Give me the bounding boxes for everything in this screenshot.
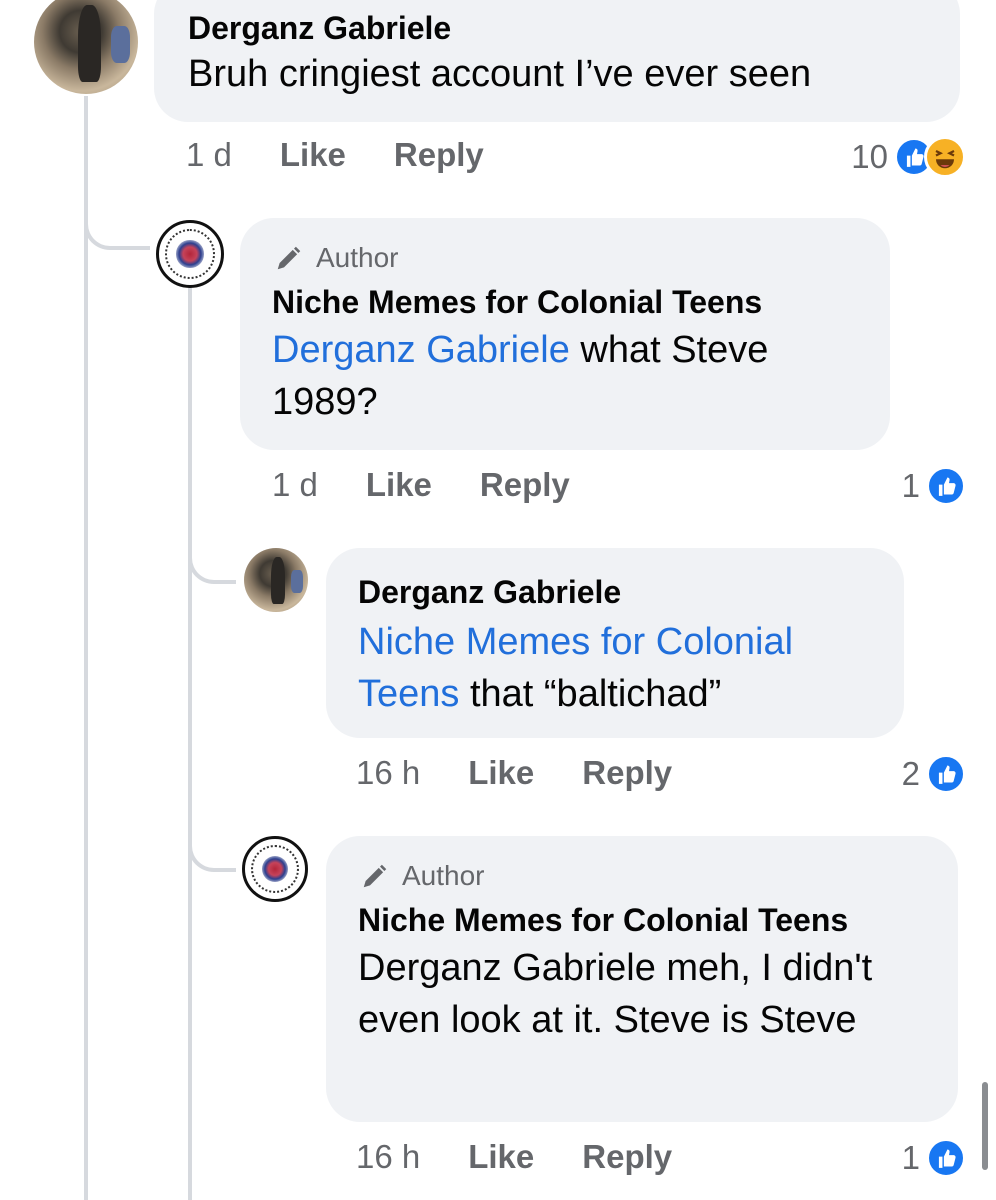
thread-line-reply bbox=[188, 284, 192, 1200]
avatar[interactable] bbox=[244, 548, 308, 612]
thread-connector bbox=[188, 520, 236, 584]
comment-actions: 1 d Like Reply bbox=[272, 466, 618, 504]
author-badge: Author bbox=[358, 858, 926, 894]
comment-author-name[interactable]: Niche Memes for Colonial Teens bbox=[272, 282, 858, 322]
reaction-summary[interactable]: 10 bbox=[851, 136, 966, 178]
page-avatar[interactable] bbox=[156, 220, 224, 288]
comment-author-name[interactable]: Niche Memes for Colonial Teens bbox=[358, 900, 926, 940]
comment-author-name[interactable]: Derganz Gabriele bbox=[188, 8, 928, 48]
comment-actions: 16 h Like Reply bbox=[356, 1138, 720, 1176]
comment-text-segment: Bruh cringiest account I’ve ever seen bbox=[188, 53, 812, 95]
comment-bubble: Derganz Gabriele Niche Memes for Colonia… bbox=[326, 548, 904, 738]
comment-text: Derganz Gabriele meh, I didn't even look… bbox=[358, 942, 926, 1046]
like-button[interactable]: Like bbox=[280, 136, 346, 174]
mention-link[interactable]: Derganz Gabriele bbox=[272, 329, 570, 371]
haha-icon bbox=[924, 136, 966, 178]
like-button[interactable]: Like bbox=[468, 754, 534, 792]
comment-actions: 1 d Like Reply bbox=[186, 136, 532, 174]
pen-icon bbox=[363, 864, 387, 888]
page-avatar[interactable] bbox=[242, 836, 308, 902]
comment-timestamp[interactable]: 16 h bbox=[356, 1138, 420, 1176]
comment-timestamp[interactable]: 1 d bbox=[186, 136, 232, 174]
author-badge-label: Author bbox=[402, 860, 485, 891]
reply-button[interactable]: Reply bbox=[480, 466, 570, 504]
reaction-summary[interactable]: 1 bbox=[902, 1138, 966, 1178]
reply-button[interactable]: Reply bbox=[582, 1138, 672, 1176]
reaction-count: 10 bbox=[851, 138, 888, 175]
reaction-summary[interactable]: 2 bbox=[902, 754, 966, 794]
like-button[interactable]: Like bbox=[468, 1138, 534, 1176]
comment-timestamp[interactable]: 16 h bbox=[356, 754, 420, 792]
comment-timestamp[interactable]: 1 d bbox=[272, 466, 318, 504]
comment-bubble: Author Niche Memes for Colonial Teens De… bbox=[240, 218, 890, 450]
comment-text: Niche Memes for Colonial Teens that “bal… bbox=[358, 616, 872, 720]
pen-icon bbox=[277, 246, 301, 270]
thread-connector bbox=[188, 806, 236, 872]
reaction-summary[interactable]: 1 bbox=[902, 466, 966, 506]
reply-button[interactable]: Reply bbox=[582, 754, 672, 792]
like-icon bbox=[926, 1138, 966, 1178]
reaction-count: 2 bbox=[901, 755, 920, 792]
comment-text: Derganz Gabriele what Steve 1989? bbox=[272, 324, 858, 428]
reaction-count: 1 bbox=[901, 467, 920, 504]
comment-bubble: Derganz Gabriele Bruh cringiest account … bbox=[154, 0, 960, 122]
like-icon bbox=[926, 754, 966, 794]
avatar[interactable] bbox=[34, 0, 138, 94]
comment-text-segment: that “baltichad” bbox=[459, 673, 722, 715]
like-icon bbox=[926, 466, 966, 506]
comment-text-segment: Derganz Gabriele meh, I didn't even look… bbox=[358, 947, 873, 1041]
comment-author-name[interactable]: Derganz Gabriele bbox=[358, 572, 872, 612]
scrollbar[interactable] bbox=[982, 1082, 988, 1170]
author-badge: Author bbox=[272, 240, 858, 276]
like-button[interactable]: Like bbox=[366, 466, 432, 504]
comment-actions: 16 h Like Reply bbox=[356, 754, 720, 792]
author-badge-label: Author bbox=[316, 242, 399, 273]
reaction-count: 1 bbox=[901, 1139, 920, 1176]
thread-connector bbox=[84, 190, 150, 250]
thread-line-main bbox=[84, 96, 88, 1200]
comment-bubble: Author Niche Memes for Colonial Teens De… bbox=[326, 836, 958, 1122]
reply-button[interactable]: Reply bbox=[394, 136, 484, 174]
comment-text: Bruh cringiest account I’ve ever seen bbox=[188, 48, 928, 100]
